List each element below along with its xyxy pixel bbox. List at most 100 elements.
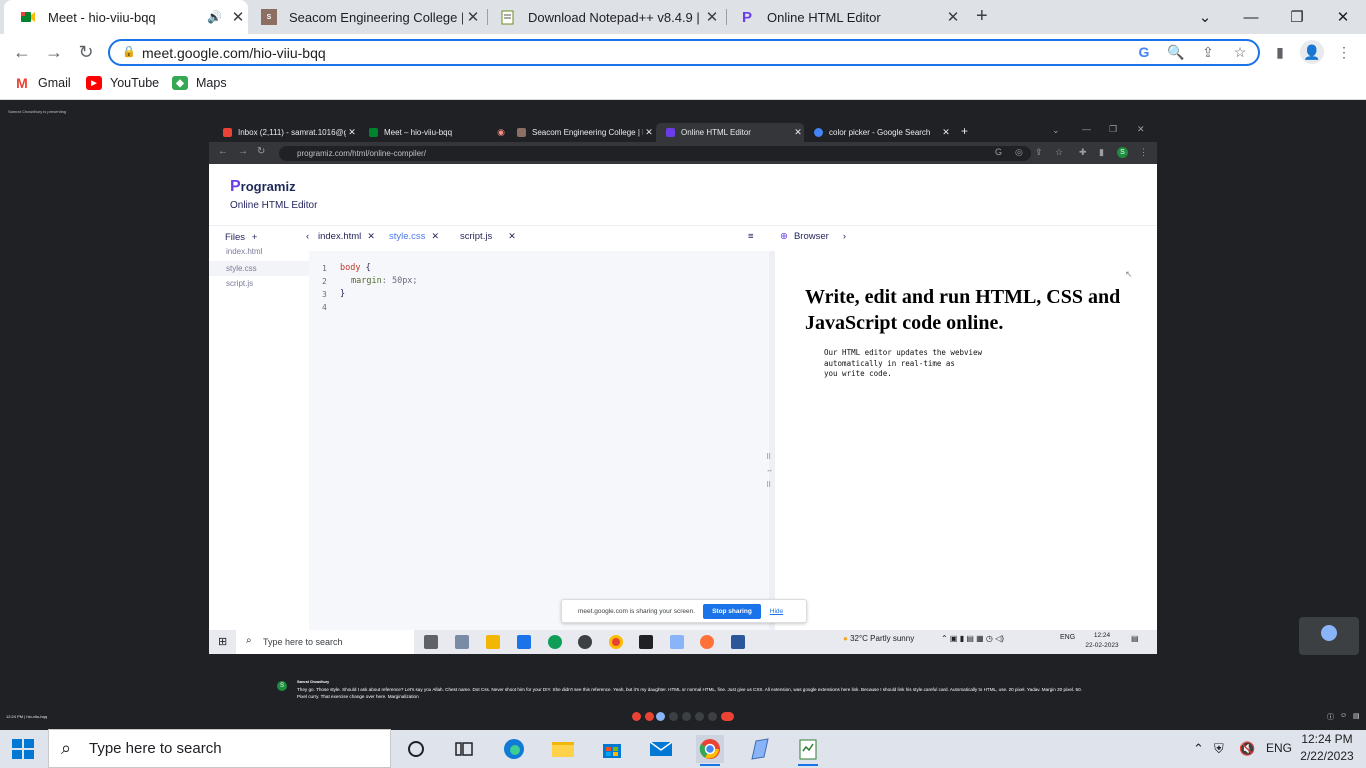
seacom-icon (517, 128, 526, 137)
more-options-button[interactable] (708, 712, 717, 721)
notepad-icon[interactable] (745, 735, 773, 763)
mic-off-button[interactable] (632, 712, 641, 721)
captions-button[interactable] (656, 712, 665, 721)
tab-notepad[interactable]: Download Notepad++ v8.4.9 | N ✕ (484, 0, 722, 34)
chat-icon[interactable]: ▤ (1353, 712, 1360, 720)
reload-button[interactable]: ↻ (72, 38, 100, 66)
resize-icon: ↔ (766, 467, 773, 474)
raise-hand-button[interactable] (669, 712, 678, 721)
programiz-p-icon: P (230, 178, 241, 195)
bookmark-label: Maps (196, 76, 227, 90)
seacom-icon: S (261, 9, 277, 25)
camera-off-button[interactable] (645, 712, 654, 721)
tab-title: Seacom Engineering College | Be (289, 9, 463, 25)
profile-avatar[interactable]: 👤 (1300, 40, 1324, 64)
bookmark-star-icon[interactable]: ☆ (1230, 42, 1250, 62)
back-button[interactable]: ← (8, 38, 36, 66)
camera-icon (455, 635, 469, 649)
present-button[interactable] (682, 712, 691, 721)
new-tab-icon: + (961, 124, 969, 138)
tab-seacom[interactable]: S Seacom Engineering College | Be ✕ (245, 0, 483, 34)
shared-tab-active: Online HTML Editor ✕ (656, 123, 804, 142)
new-tab-button[interactable]: + (976, 5, 988, 28)
weather-widget: ● 32°C Partly sunny (843, 634, 914, 643)
files-header-label: Files (225, 232, 246, 243)
leave-call-button[interactable] (721, 712, 734, 721)
lock-icon[interactable]: 🔒 (122, 45, 136, 58)
editor-tab-label: style.css (389, 231, 426, 242)
shared-search: Type here to search (236, 630, 414, 654)
shared-tab-title: Meet – hio-viiu-bqq (384, 128, 453, 137)
minimize-icon: — (1082, 124, 1091, 134)
address-bar[interactable]: 🔒 meet.google.com/hio-viiu-bqq (108, 39, 1260, 66)
shared-screen: Inbox (2,111) - samrat.1016@gm ✕ Meet – h… (209, 121, 1157, 654)
minimize-button[interactable]: — (1228, 0, 1274, 34)
task-view-icon[interactable] (450, 735, 478, 763)
shared-tab-title: color picker - Google Search (829, 128, 931, 137)
shared-tab: Meet – hio-viiu-bqq ◉ (359, 123, 507, 142)
search-icon: ⌕ (246, 635, 252, 646)
windows-start-button[interactable] (12, 739, 34, 759)
shared-tab: color picker - Google Search ✕ (804, 123, 952, 142)
speaker-avatar: S (277, 681, 287, 691)
tab-html-editor[interactable]: P Online HTML Editor ✕ (723, 0, 963, 34)
chrome-icon[interactable] (696, 735, 724, 766)
speaker-icon[interactable]: 🔊 (207, 10, 222, 24)
show-hidden-icons[interactable]: ⌃ (1193, 741, 1204, 757)
shared-tab-title: Online HTML Editor (681, 128, 751, 137)
close-tab-icon[interactable]: ✕ (463, 8, 483, 26)
notepad-plus-plus-icon[interactable] (794, 735, 822, 766)
language-indicator[interactable]: ENG (1266, 741, 1292, 755)
dell-icon (578, 635, 592, 649)
editor-title: Online HTML Editor (230, 200, 318, 211)
url-text: meet.google.com/hio-viiu-bqq (142, 45, 326, 61)
programiz-logo: Programiz (230, 178, 296, 196)
share-icon[interactable]: ⇪ (1198, 42, 1218, 62)
close-tab-icon[interactable]: ✕ (943, 8, 963, 26)
bookmark-maps[interactable]: ◆ Maps (172, 76, 227, 90)
menu-icon[interactable]: ⋮ (1334, 42, 1354, 62)
programiz-icon (666, 128, 675, 137)
share-icon: ⇪ (1035, 147, 1043, 157)
mail-icon[interactable] (647, 735, 675, 763)
drag-handle-icon: ⠿ (766, 482, 772, 489)
tab-meet[interactable]: Meet - hio-viiu-bqq 🔊 ✕ (4, 0, 248, 34)
security-icon[interactable]: ⛨ (1214, 741, 1224, 757)
cortana-icon[interactable] (402, 735, 430, 763)
bookmark-youtube[interactable]: ▶ YouTube (86, 76, 159, 90)
notifications-icon: ▤ (1131, 634, 1139, 643)
google-icon: G (995, 147, 1003, 157)
shared-tab-title: Seacom Engineering College | Be (532, 128, 643, 137)
tab-search-icon[interactable]: ⌄ (1182, 0, 1228, 34)
meet-icon (369, 128, 378, 137)
windows-search-box[interactable]: ⌕ Type here to search (48, 729, 391, 768)
terminal-icon (639, 635, 653, 649)
profile-avatar: S (1117, 147, 1128, 158)
caption-text: They go. Those style. Should I ask about… (297, 687, 1082, 699)
shared-tab: Seacom Engineering College | Be ✕ (507, 123, 655, 142)
close-window-button[interactable]: ✕ (1320, 0, 1366, 34)
store-icon[interactable] (598, 735, 626, 763)
browser-label: Browser (793, 231, 829, 242)
file-explorer-icon[interactable] (549, 735, 577, 763)
close-tab-icon[interactable]: ✕ (702, 8, 722, 26)
bookmark-gmail[interactable]: M Gmail (14, 75, 71, 91)
edge-icon (548, 635, 562, 649)
forward-icon: → (238, 146, 248, 157)
chevron-right-icon: › (842, 231, 846, 242)
side-panel-icon[interactable]: ▮ (1270, 42, 1290, 62)
edge-icon[interactable] (500, 735, 528, 763)
line-number: 3 (322, 290, 327, 299)
google-lens-icon[interactable]: G (1134, 42, 1154, 62)
bookmark-label: YouTube (110, 76, 160, 90)
zoom-icon[interactable]: 🔍 (1166, 42, 1186, 62)
forward-button[interactable]: → (40, 38, 68, 66)
taskbar-clock[interactable]: 12:24 PM 2/22/2023 (1296, 731, 1358, 765)
restore-button[interactable]: ❐ (1274, 0, 1320, 34)
info-icon[interactable]: ⓘ (1327, 712, 1334, 722)
people-icon[interactable]: ☺ (1340, 712, 1347, 719)
volume-muted-icon[interactable]: 🔇 (1239, 741, 1255, 757)
star-icon: ☆ (1055, 147, 1064, 157)
css-value: : 50px; (381, 276, 418, 286)
reactions-button[interactable] (695, 712, 704, 721)
